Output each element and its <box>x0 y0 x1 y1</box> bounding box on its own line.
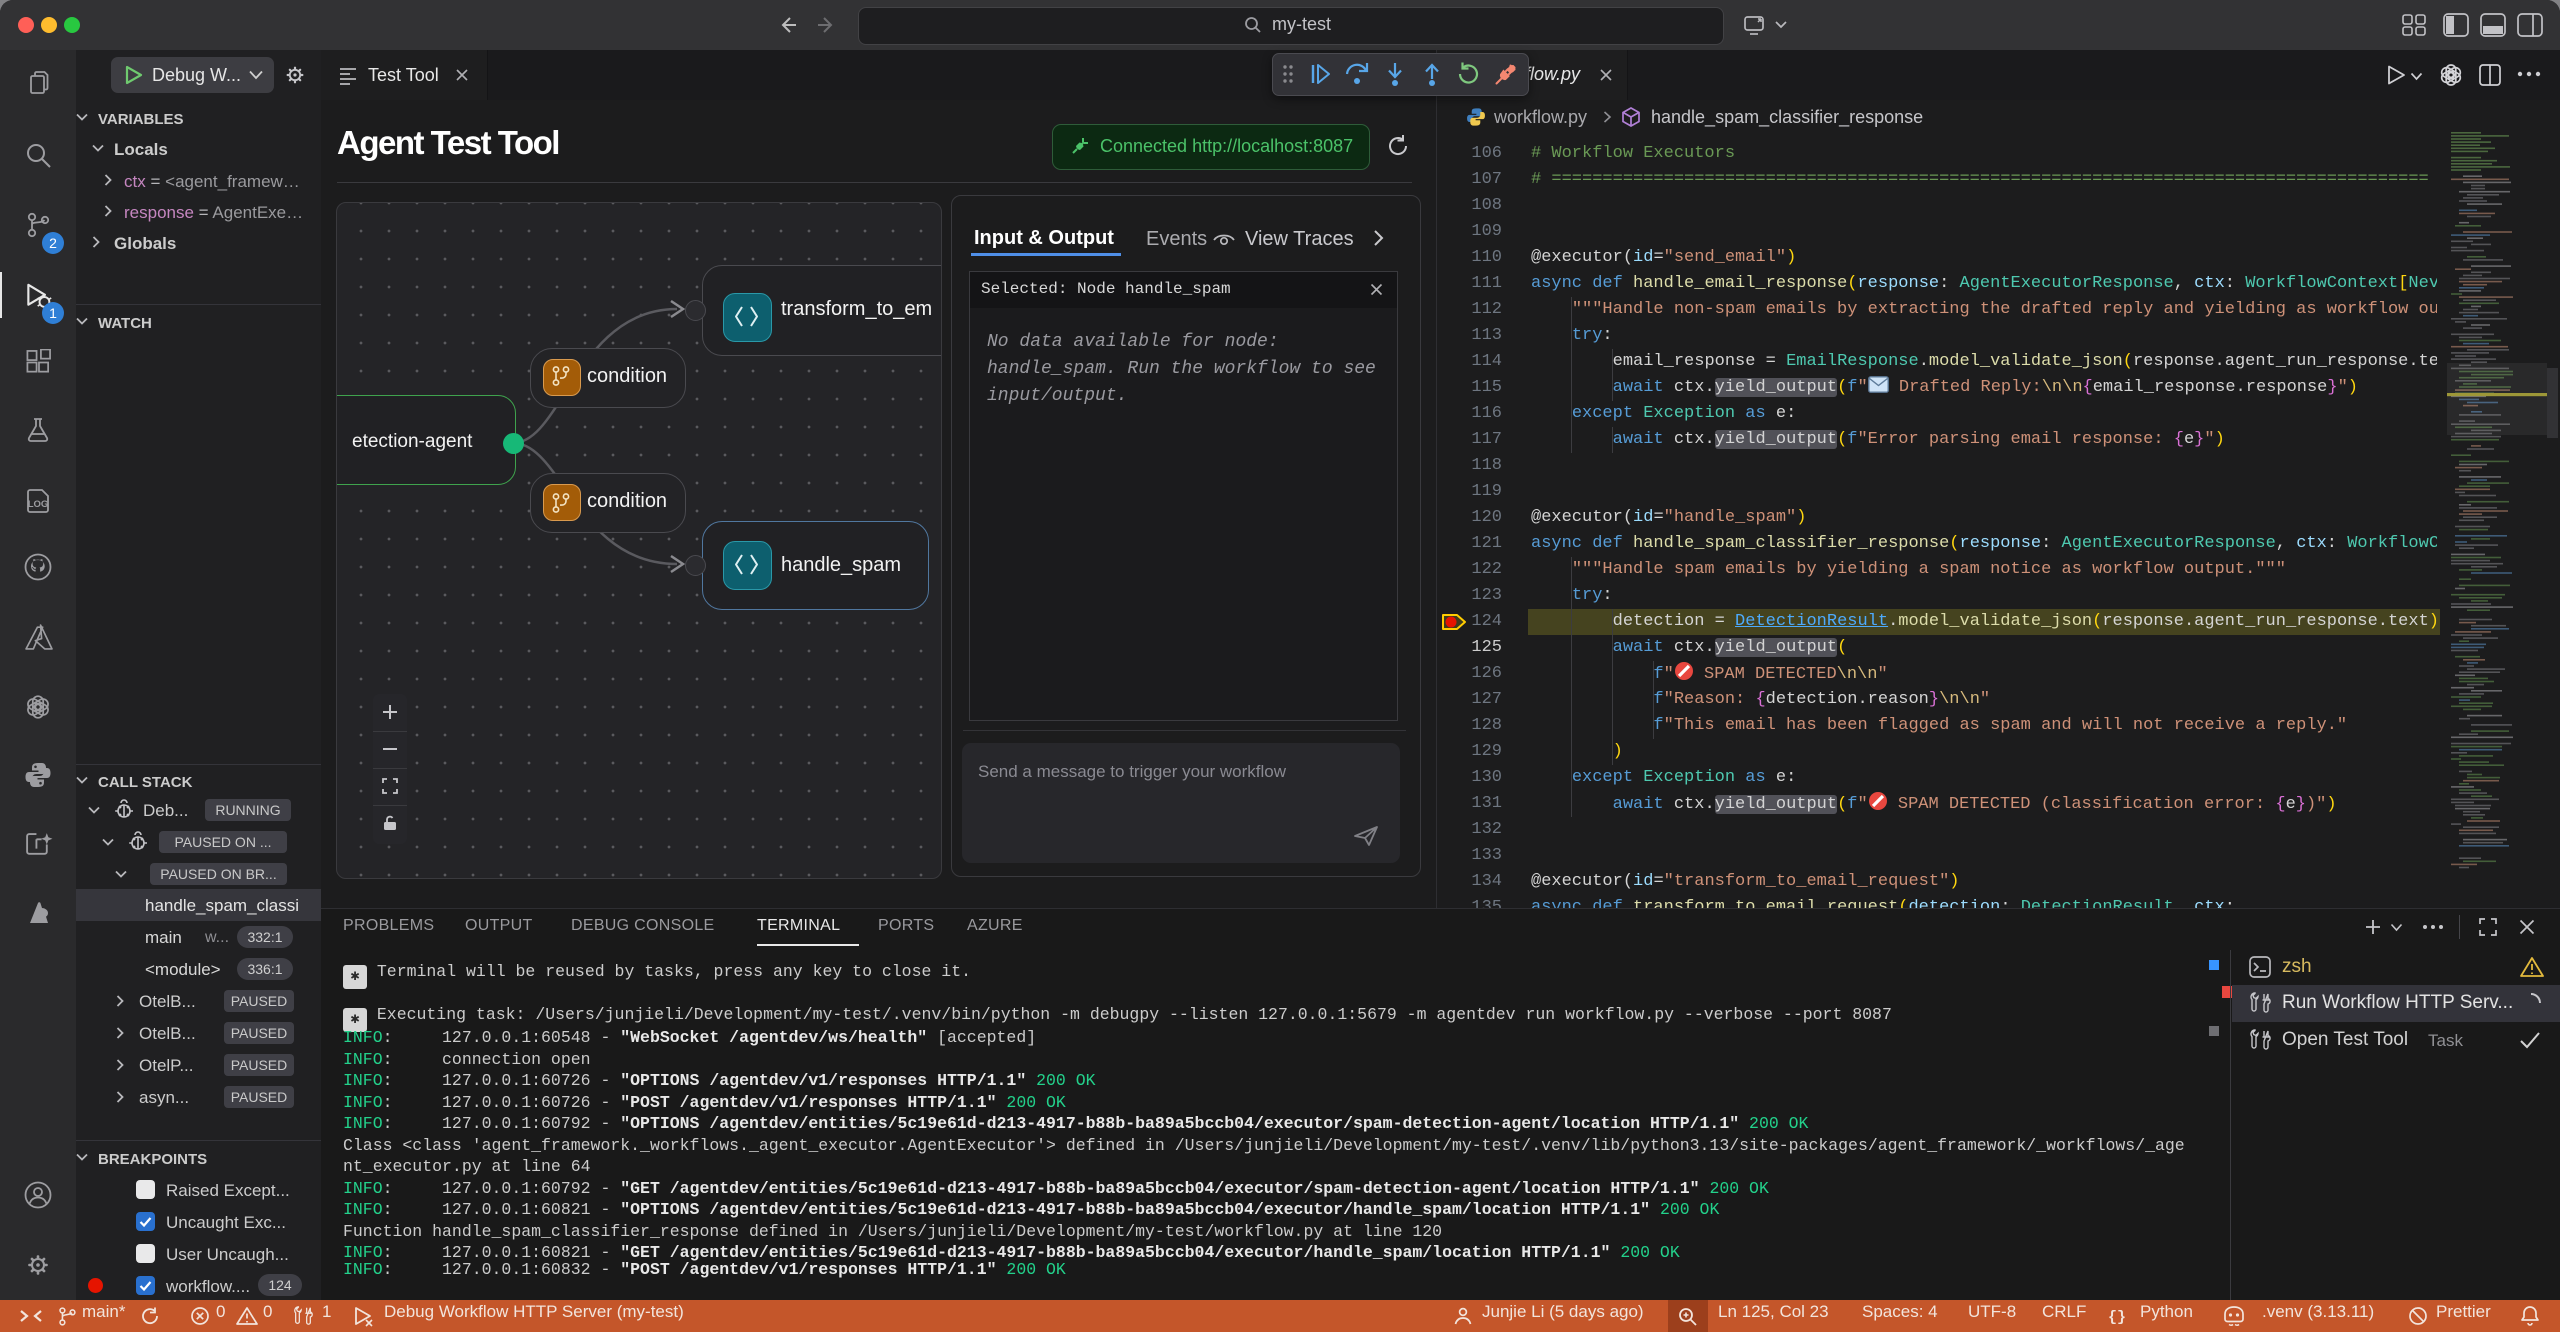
svg-text:LOG: LOG <box>28 499 49 510</box>
svg-text:{}: {} <box>2108 1309 2126 1325</box>
